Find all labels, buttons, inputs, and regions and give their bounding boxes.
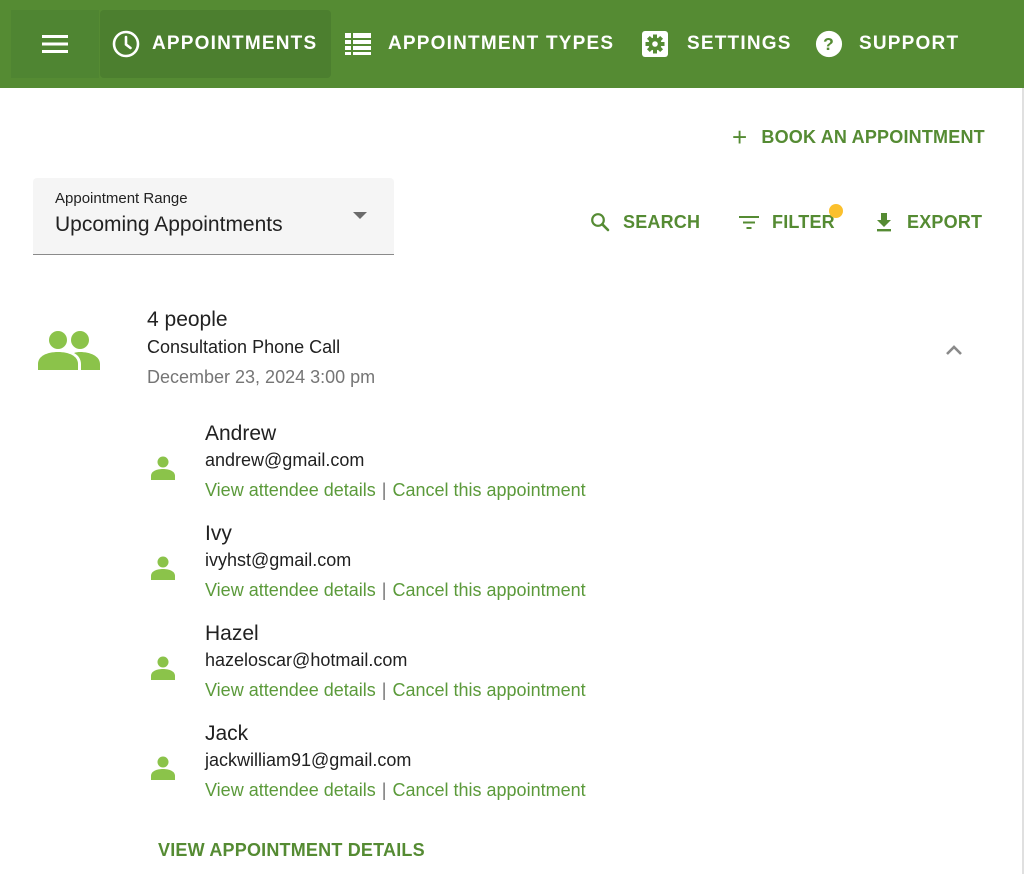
attendee-item: Andrew andrew@gmail.com View attendee de… — [150, 422, 670, 512]
person-icon — [150, 556, 176, 585]
cancel-appointment-link[interactable]: Cancel this appointment — [392, 680, 585, 700]
attendee-email: andrew@gmail.com — [205, 450, 365, 470]
chevron-up-icon — [946, 345, 962, 355]
hamburger-menu-icon — [42, 35, 68, 53]
attendee-name: Ivy — [205, 522, 232, 545]
attendee-email: ivyhst@gmail.com — [205, 550, 352, 570]
collapse-button[interactable] — [940, 340, 968, 360]
dropdown-arrow-icon — [353, 212, 367, 219]
search-button[interactable]: SEARCH — [589, 207, 700, 237]
cancel-appointment-link[interactable]: Cancel this appointment — [392, 480, 585, 500]
filter-button[interactable]: FILTER — [738, 204, 843, 237]
nav-tab-label: APPOINTMENT TYPES — [388, 33, 615, 54]
select-value: Upcoming Appointments — [55, 213, 283, 236]
search-icon — [589, 211, 611, 233]
attendee-item: Hazel hazeloscar@hotmail.com View attend… — [150, 622, 670, 712]
clock-icon — [112, 30, 140, 58]
appointment-people-count: 4 people — [147, 308, 228, 331]
attendee-email: hazeloscar@hotmail.com — [205, 650, 408, 670]
nav-tab-appointment-types[interactable]: APPOINTMENT TYPES — [344, 10, 614, 78]
attendee-email: jackwilliam91@gmail.com — [205, 750, 412, 770]
link-separator: | — [381, 680, 387, 700]
view-appointment-details-button[interactable]: VIEW APPOINTMENT DETAILS — [158, 840, 425, 861]
download-icon — [873, 211, 895, 233]
nav-tab-support[interactable]: ? SUPPORT — [815, 10, 959, 78]
filter-label: FILTER — [772, 211, 835, 232]
link-separator: | — [381, 580, 387, 600]
appointment-range-select[interactable]: Appointment Range Upcoming Appointments — [33, 178, 394, 255]
view-attendee-details-link[interactable]: View attendee details — [205, 580, 376, 600]
filter-active-badge — [829, 204, 843, 218]
menu-button[interactable] — [11, 10, 99, 78]
view-attendee-details-link[interactable]: View attendee details — [205, 480, 376, 500]
cancel-appointment-link[interactable]: Cancel this appointment — [392, 780, 585, 800]
search-label: SEARCH — [623, 211, 701, 232]
nav-tab-label: SETTINGS — [687, 33, 792, 54]
filter-icon — [738, 211, 760, 233]
person-icon — [150, 456, 176, 485]
plus-icon: + — [732, 122, 748, 152]
link-separator: | — [381, 480, 387, 500]
appointment-datetime: December 23, 2024 3:00 pm — [147, 367, 376, 387]
top-nav-bar: APPOINTMENTS APPOINTMENT TYPES SETTINGS … — [0, 0, 1024, 88]
view-attendee-details-link[interactable]: View attendee details — [205, 780, 376, 800]
list-icon — [344, 30, 372, 58]
gear-icon — [641, 30, 669, 58]
view-attendee-details-link[interactable]: View attendee details — [205, 680, 376, 700]
book-appointment-button[interactable]: + BOOK AN APPOINTMENT — [732, 122, 985, 152]
person-icon — [150, 656, 176, 685]
appointment-type: Consultation Phone Call — [147, 337, 341, 357]
person-icon — [150, 756, 176, 785]
nav-tab-settings[interactable]: SETTINGS — [641, 10, 792, 78]
export-label: EXPORT — [907, 211, 983, 232]
nav-tab-appointments[interactable]: APPOINTMENTS — [100, 10, 331, 78]
attendee-item: Ivy ivyhst@gmail.com View attendee detai… — [150, 522, 670, 612]
nav-tab-label: SUPPORT — [859, 33, 960, 54]
select-label: Appointment Range — [55, 190, 188, 207]
link-separator: | — [381, 780, 387, 800]
nav-tab-label: APPOINTMENTS — [152, 33, 318, 54]
book-appointment-label: BOOK AN APPOINTMENT — [761, 126, 985, 147]
svg-text:?: ? — [823, 34, 835, 54]
group-icon — [37, 330, 101, 377]
help-circle-icon: ? — [815, 30, 843, 58]
attendee-name: Andrew — [205, 422, 277, 445]
attendee-name: Jack — [205, 722, 249, 745]
cancel-appointment-link[interactable]: Cancel this appointment — [392, 580, 585, 600]
attendee-name: Hazel — [205, 622, 259, 645]
export-button[interactable]: EXPORT — [873, 207, 982, 237]
attendee-item: Jack jackwilliam91@gmail.com View attend… — [150, 722, 670, 812]
